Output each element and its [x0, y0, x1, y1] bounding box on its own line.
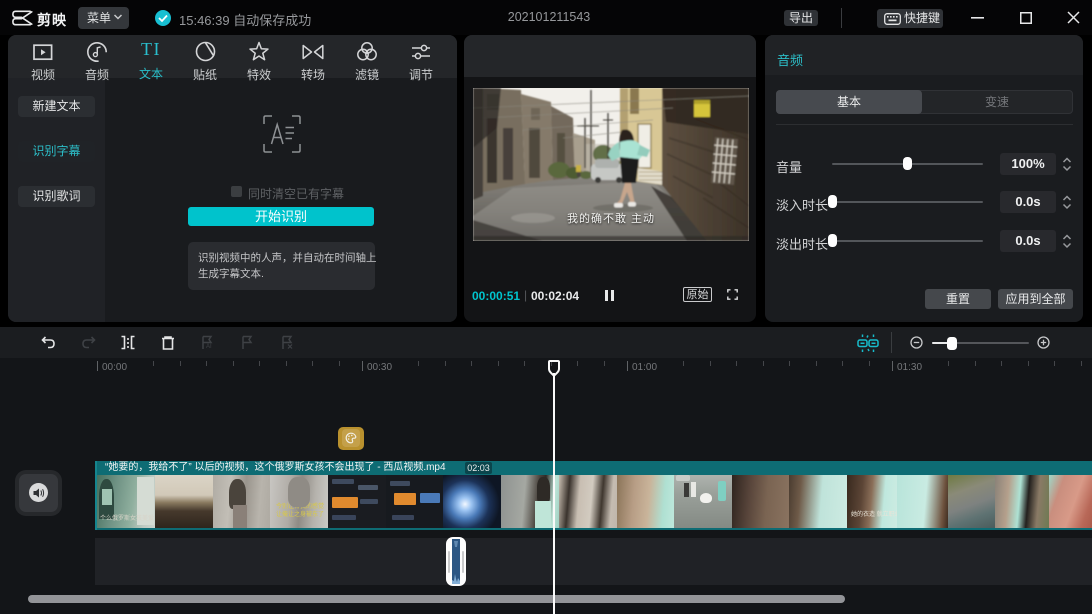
- svg-text:AI: AI: [206, 344, 212, 350]
